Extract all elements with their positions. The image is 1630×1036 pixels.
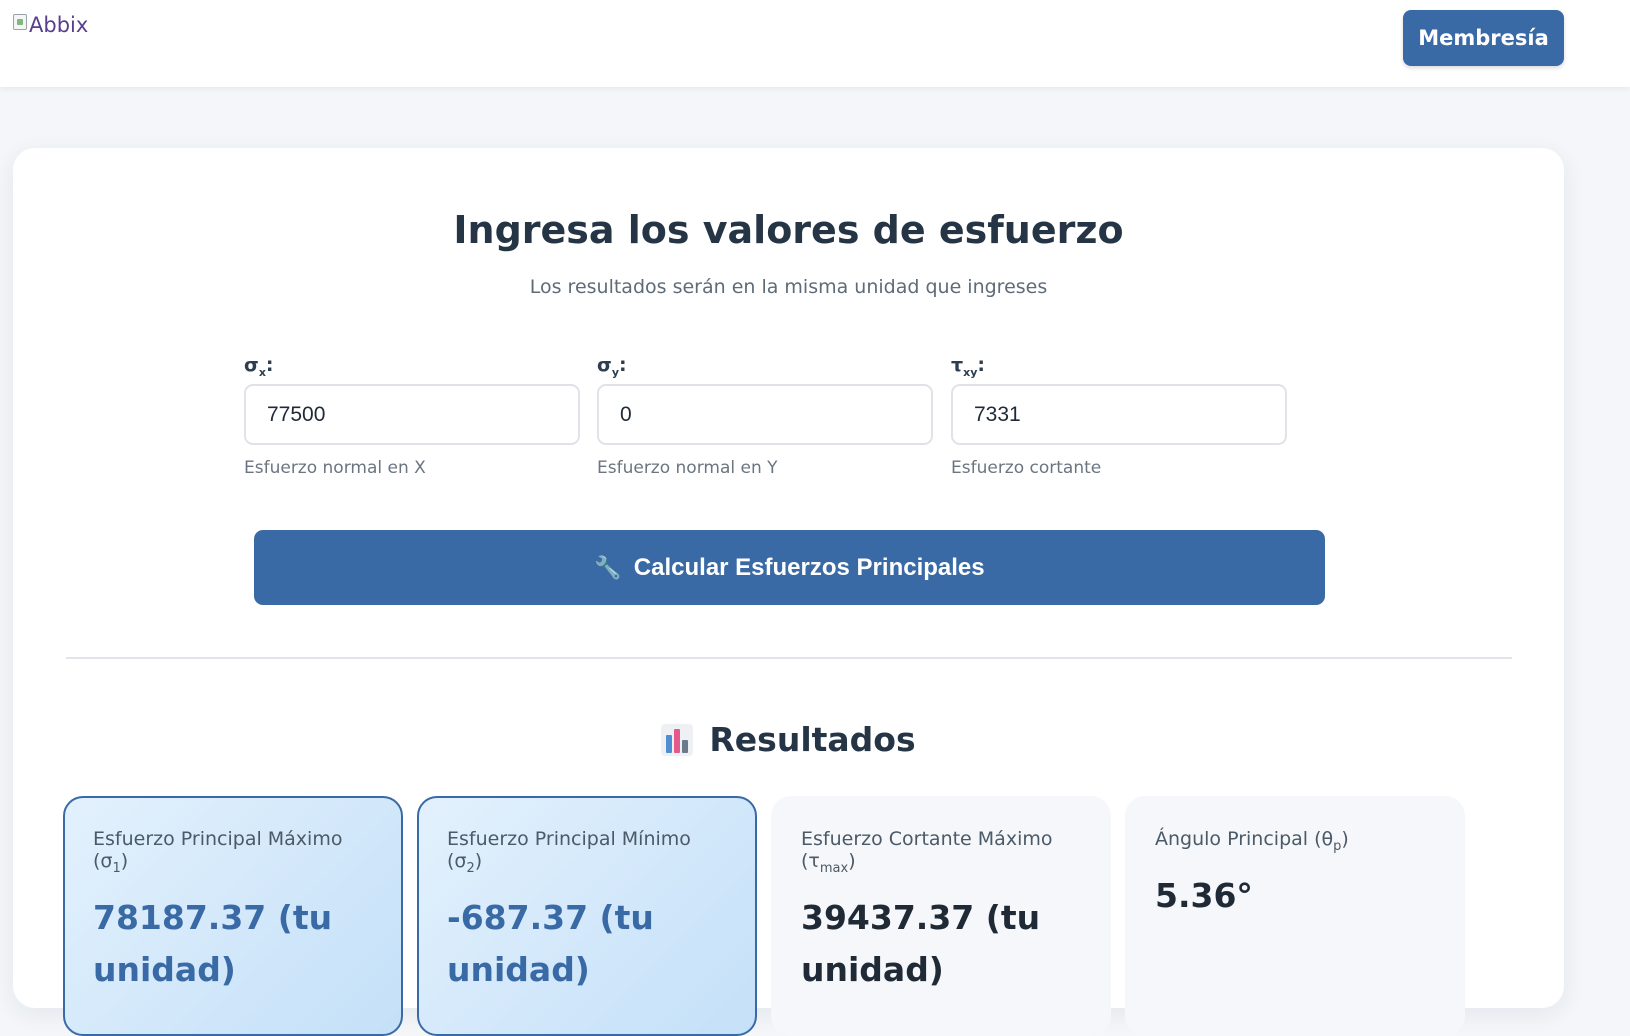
sigma-x-help: Esfuerzo normal en X (244, 458, 426, 478)
results-title: Resultados (13, 720, 1564, 759)
result-label: Ángulo Principal (θp) (1155, 828, 1349, 854)
sigma-x-field: σx: Esfuerzo normal en X (244, 354, 580, 478)
result-label: Esfuerzo Principal Mínimo (σ2) (447, 828, 691, 876)
wrench-icon: 🔧 (594, 554, 622, 580)
broken-image-icon (13, 14, 27, 30)
result-card-tau-max: Esfuerzo Cortante Máximo (τmax) 39437.37… (771, 796, 1111, 1036)
result-card-sigma2: Esfuerzo Principal Mínimo (σ2) -687.37 (… (417, 796, 757, 1036)
form-subtitle: Los resultados serán en la misma unidad … (529, 276, 1048, 298)
result-card-theta-p: Ángulo Principal (θp) 5.36° (1125, 796, 1465, 1036)
logo-alt-text: Abbix (29, 13, 89, 37)
sigma-x-input[interactable] (244, 384, 580, 445)
tau-xy-input[interactable] (951, 384, 1287, 445)
form-title: Ingresa los valores de esfuerzo (453, 208, 1124, 252)
result-card-sigma1: Esfuerzo Principal Máximo (σ1) 78187.37 … (63, 796, 403, 1036)
result-value: 39437.37 (tu unidad) (801, 897, 1041, 989)
calculate-label: Calcular Esfuerzos Principales (633, 553, 985, 581)
calculator-card: Ingresa los valores de esfuerzo Los resu… (13, 148, 1564, 1036)
membership-button[interactable]: Membresía (1403, 10, 1564, 66)
result-label: Esfuerzo Cortante Máximo (τmax) (801, 828, 1053, 876)
section-divider (66, 657, 1512, 659)
top-navbar: Abbix Membresía (0, 0, 1630, 87)
results-title-text: Resultados (709, 720, 916, 759)
result-value: 78187.37 (tu unidad) (93, 897, 333, 989)
tau-xy-label: τxy: (951, 354, 986, 379)
sigma-y-help: Esfuerzo normal en Y (597, 458, 778, 478)
result-label: Esfuerzo Principal Máximo (σ1) (93, 828, 343, 876)
result-value: -687.37 (tu unidad) (447, 897, 654, 989)
bar-chart-icon (661, 723, 694, 756)
sigma-y-label: σy: (597, 354, 627, 379)
calculate-button[interactable]: 🔧 Calcular Esfuerzos Principales (254, 530, 1325, 605)
result-value: 5.36° (1155, 875, 1253, 915)
tau-xy-help: Esfuerzo cortante (951, 458, 1102, 478)
sigma-y-field: σy: Esfuerzo normal en Y (597, 354, 933, 478)
logo[interactable]: Abbix (13, 13, 88, 37)
sigma-x-label: σx: (244, 354, 274, 379)
sigma-y-input[interactable] (597, 384, 933, 445)
tau-xy-field: τxy: Esfuerzo cortante (951, 354, 1287, 478)
